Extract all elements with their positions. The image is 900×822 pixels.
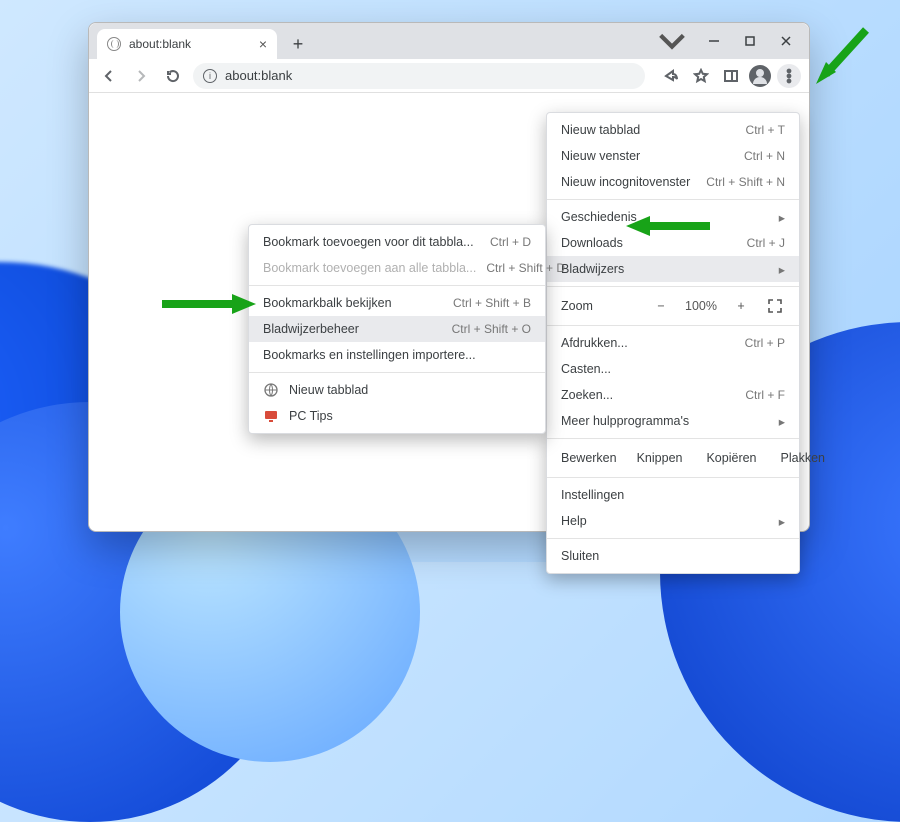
- menu-zoom-row: Zoom − 100% +: [547, 291, 799, 321]
- menu-separator: [547, 477, 799, 478]
- bookmark-star-icon[interactable]: [689, 64, 713, 88]
- maximize-button[interactable]: [733, 29, 767, 53]
- cut-button[interactable]: Knippen: [629, 447, 691, 469]
- close-window-button[interactable]: [769, 29, 803, 53]
- submenu-import-bookmarks[interactable]: Bookmarks en instellingen importere...: [249, 342, 545, 368]
- menu-exit[interactable]: Sluiten: [547, 543, 799, 569]
- annotation-arrow: [806, 22, 876, 92]
- tab-search-chevron-icon[interactable]: [655, 29, 689, 53]
- menu-separator: [547, 199, 799, 200]
- menu-help[interactable]: Help ▸: [547, 508, 799, 534]
- menu-new-tab[interactable]: Nieuw tabblad Ctrl + T: [547, 117, 799, 143]
- share-icon[interactable]: [659, 64, 683, 88]
- back-button[interactable]: [97, 64, 121, 88]
- browser-tab[interactable]: about:blank ×: [97, 29, 277, 59]
- submenu-add-all-bookmarks: Bookmark toevoegen aan alle tabbla... Ct…: [249, 255, 545, 281]
- menu-bookmarks[interactable]: Bladwijzers ▸: [547, 256, 799, 282]
- zoom-value: 100%: [685, 299, 717, 313]
- toolbar-actions: [659, 64, 801, 88]
- menu-downloads[interactable]: Downloads Ctrl + J: [547, 230, 799, 256]
- menu-edit-row: Bewerken Knippen Kopiëren Plakken: [547, 443, 799, 473]
- chevron-right-icon: ▸: [779, 262, 785, 277]
- menu-new-window[interactable]: Nieuw venster Ctrl + N: [547, 143, 799, 169]
- menu-cast[interactable]: Casten...: [547, 356, 799, 382]
- window-controls: [697, 29, 803, 53]
- globe-icon: [263, 382, 279, 398]
- globe-icon: [107, 37, 121, 51]
- menu-more-tools[interactable]: Meer hulpprogramma's ▸: [547, 408, 799, 434]
- menu-separator: [547, 538, 799, 539]
- menu-new-incognito[interactable]: Nieuw incognitovenster Ctrl + Shift + N: [547, 169, 799, 195]
- tab-strip: about:blank × +: [89, 23, 809, 59]
- tab-close-icon[interactable]: ×: [259, 37, 267, 51]
- forward-button[interactable]: [129, 64, 153, 88]
- zoom-out-button[interactable]: −: [651, 299, 671, 313]
- menu-separator: [249, 372, 545, 373]
- omnibox-url: about:blank: [225, 68, 292, 83]
- main-menu: Nieuw tabblad Ctrl + T Nieuw venster Ctr…: [546, 112, 800, 574]
- profile-avatar-icon[interactable]: [749, 65, 771, 87]
- menu-settings[interactable]: Instellingen: [547, 482, 799, 508]
- side-panel-icon[interactable]: [719, 64, 743, 88]
- minimize-button[interactable]: [697, 29, 731, 53]
- pctips-favicon-icon: [263, 408, 279, 424]
- tab-title: about:blank: [129, 37, 191, 51]
- menu-separator: [547, 325, 799, 326]
- menu-separator: [547, 438, 799, 439]
- menu-find[interactable]: Zoeken... Ctrl + F: [547, 382, 799, 408]
- menu-separator: [249, 285, 545, 286]
- submenu-show-bookmark-bar[interactable]: Bookmarkbalk bekijken Ctrl + Shift + B: [249, 290, 545, 316]
- toolbar: i about:blank: [89, 59, 809, 93]
- edit-label: Bewerken: [557, 447, 621, 469]
- fullscreen-icon[interactable]: [765, 299, 785, 313]
- submenu-bookmark-pctips[interactable]: PC Tips: [249, 403, 545, 429]
- submenu-bookmark-newtab[interactable]: Nieuw tabblad: [249, 377, 545, 403]
- copy-button[interactable]: Kopiëren: [698, 447, 764, 469]
- submenu-add-bookmark[interactable]: Bookmark toevoegen voor dit tabbla... Ct…: [249, 229, 545, 255]
- omnibox[interactable]: i about:blank: [193, 63, 645, 89]
- menu-print[interactable]: Afdrukken... Ctrl + P: [547, 330, 799, 356]
- reload-button[interactable]: [161, 64, 185, 88]
- new-tab-button[interactable]: +: [285, 31, 311, 57]
- menu-separator: [547, 286, 799, 287]
- chevron-right-icon: ▸: [779, 210, 785, 225]
- paste-button[interactable]: Plakken: [773, 447, 833, 469]
- menu-history[interactable]: Geschiedenis ▸: [547, 204, 799, 230]
- chevron-right-icon: ▸: [779, 414, 785, 429]
- submenu-bookmark-manager[interactable]: Bladwijzerbeheer Ctrl + Shift + O: [249, 316, 545, 342]
- zoom-in-button[interactable]: +: [731, 299, 751, 313]
- bookmarks-submenu: Bookmark toevoegen voor dit tabbla... Ct…: [248, 224, 546, 434]
- site-info-icon[interactable]: i: [203, 69, 217, 83]
- main-menu-button[interactable]: [777, 64, 801, 88]
- chevron-right-icon: ▸: [779, 514, 785, 529]
